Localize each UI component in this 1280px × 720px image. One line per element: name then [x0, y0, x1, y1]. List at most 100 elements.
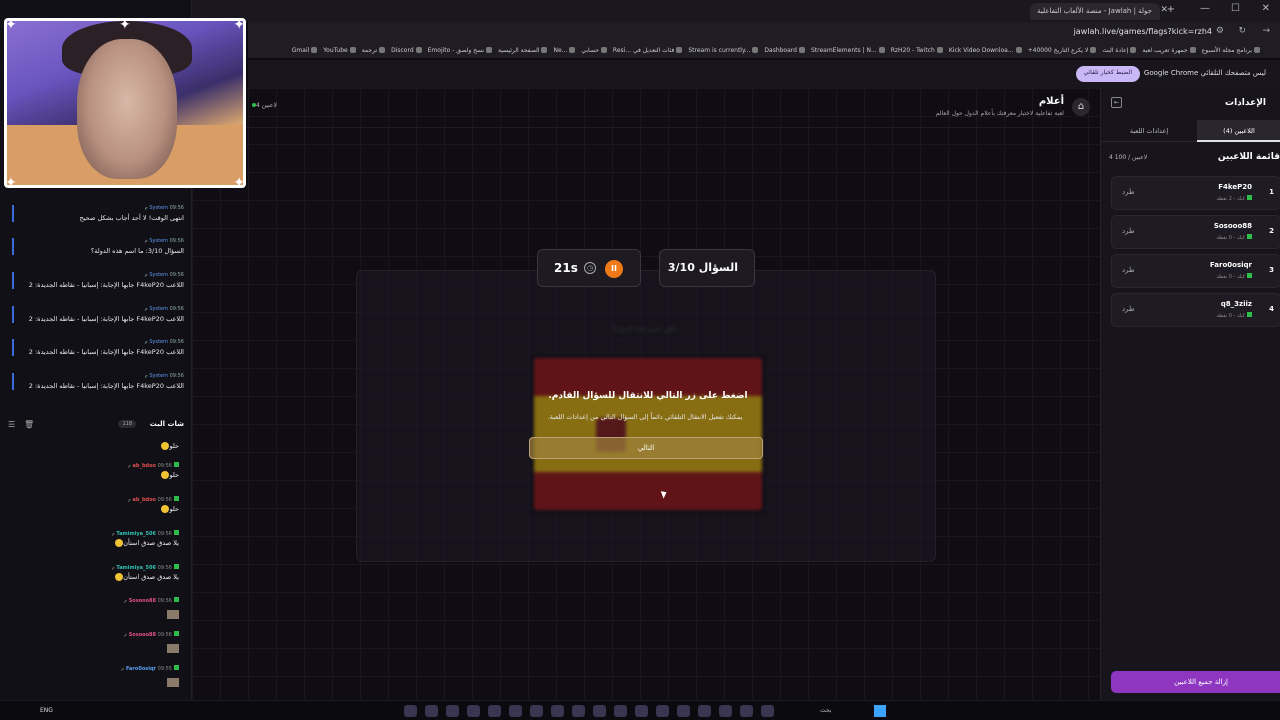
menu-icon[interactable]: ☰ — [8, 420, 15, 429]
browser-tab[interactable]: جولة | Jawlah - منصة الألعاب التفاعلية — [1030, 3, 1160, 20]
chat-username[interactable]: Tamimiya_506 — [116, 565, 156, 571]
bookmark-item[interactable]: Dashboard — [764, 47, 805, 54]
bookmark-item[interactable]: ترجمة — [362, 47, 386, 54]
app-icon[interactable] — [488, 705, 501, 717]
collapse-panel-icon[interactable]: ⇤ — [1111, 97, 1122, 108]
next-overlay — [530, 355, 766, 515]
chat-username[interactable]: Tamimiya_506 — [116, 531, 156, 537]
game-subtitle: لعبة تفاعلية لاختبار معرفتك بأعلام الدول… — [935, 110, 1064, 117]
app-icon[interactable] — [446, 705, 459, 717]
bookmark-item[interactable]: Discord — [391, 47, 422, 54]
bookmark-favicon-icon — [1130, 47, 1137, 53]
chat-image-thumbnail — [167, 610, 179, 619]
player-rank: 2 — [1269, 227, 1274, 235]
app-icon[interactable] — [635, 705, 648, 717]
bookmark-item[interactable]: Gmail — [292, 47, 318, 54]
chat-message: حلو — [9, 440, 179, 450]
bookmark-item[interactable]: StreamElements | N... — [811, 47, 885, 54]
bookmark-item[interactable]: جمهرة تعريب لعبة — [1142, 47, 1196, 54]
message-text: اللاعب F4keP20 جابها الإجابة: إسبانيا - … — [28, 315, 184, 323]
tab-game-settings[interactable]: إعدادات اللعبة — [1107, 120, 1191, 142]
kick-player-button[interactable]: طرد — [1122, 305, 1135, 313]
close-window-icon[interactable]: ✕ — [1262, 3, 1270, 14]
maximize-icon[interactable]: ☐ — [1231, 3, 1240, 14]
bookmark-item[interactable]: Kick Video Downloa... — [949, 47, 1022, 54]
live-chat-header: شات البث 118 ☰ 🗑 — [0, 418, 192, 432]
app-icon[interactable] — [425, 705, 438, 717]
app-icon[interactable] — [719, 705, 732, 717]
app-icon[interactable] — [593, 705, 606, 717]
bookmark-label: RzH20 - Twitch — [890, 46, 935, 54]
pause-button[interactable]: II — [605, 260, 623, 278]
bookmark-item[interactable]: +40000 لا يكرع التاريخ — [1028, 47, 1097, 54]
kick-player-button[interactable]: طرد — [1122, 188, 1135, 196]
bookmark-item[interactable]: الصفحة الرئيسية — [498, 47, 548, 54]
timer-pill: 21s ◷ II — [537, 249, 641, 287]
chat-image-thumbnail — [167, 678, 179, 687]
app-icon[interactable] — [677, 705, 690, 717]
bookmark-item[interactable]: RzH20 - Twitch — [891, 47, 943, 54]
sparkle-icon: ✦ — [119, 18, 131, 33]
game-title: أعلام — [1038, 96, 1064, 107]
next-button[interactable]: التالي — [529, 437, 763, 459]
bookmark-item[interactable]: YouTube — [323, 47, 356, 54]
bookmark-item[interactable]: Resi... فئات التعديل في — [613, 47, 683, 54]
trash-icon[interactable]: 🗑 — [24, 420, 34, 429]
player-row: 1 F4keP20 كيك - 2 نقطة طرد — [1111, 176, 1280, 210]
app-icon[interactable] — [572, 705, 585, 717]
bookmark-item[interactable]: Stream is currently... — [688, 47, 759, 54]
app-icon[interactable] — [404, 705, 417, 717]
windows-start-icon[interactable] — [874, 705, 886, 717]
bookmarks-bar: برنامج مجلة الأسبوع جمهرة تعريب لعبة إعادة… — [248, 42, 1280, 58]
bookmark-label: Kick Video Downloa... — [948, 46, 1014, 54]
bookmark-item[interactable]: Ne... — [553, 47, 576, 54]
home-icon[interactable]: ⌂ — [1072, 98, 1090, 116]
minimize-icon[interactable]: — — [1200, 3, 1210, 14]
chat-message: Tamimiya_506 09:56 م يلا صدق صدق استأن — [9, 564, 179, 581]
kick-player-button[interactable]: طرد — [1122, 266, 1135, 274]
message-text: اللاعب F4keP20 جابها الإجابة: إسبانيا - … — [28, 281, 184, 289]
chat-username[interactable]: ab_bdoo — [133, 463, 156, 469]
app-icon[interactable] — [614, 705, 627, 717]
player-points: كيك - 0 نقطة — [1216, 234, 1252, 241]
bookmark-item[interactable]: إعادة البث — [1102, 47, 1137, 54]
remove-all-players-button[interactable]: إزالة جميع اللاعبين — [1111, 671, 1280, 693]
app-icon[interactable] — [761, 705, 774, 717]
chat-username[interactable]: Sosooo88 — [129, 598, 156, 604]
tab-players[interactable]: اللاعبين (4) — [1197, 120, 1280, 142]
bookmark-item[interactable]: حسابي — [581, 47, 607, 54]
chat-text: حلو — [169, 442, 179, 450]
bookmark-favicon-icon — [752, 47, 759, 53]
url-text[interactable]: jawlah.live/games/flags?kick=rzh4 — [1074, 27, 1212, 36]
chat-username[interactable]: Faro0osiqr — [126, 666, 156, 672]
chat-message: Sosooo88 09:56 م — [9, 631, 179, 657]
bookmark-item[interactable]: Emojito - نسخ ولصق — [428, 47, 493, 54]
app-icon[interactable] — [509, 705, 522, 717]
app-icon[interactable] — [656, 705, 669, 717]
reload-icon[interactable]: ↻ — [1238, 26, 1246, 36]
clock-icon: ◷ — [584, 262, 596, 274]
app-icon[interactable] — [530, 705, 543, 717]
app-icon[interactable] — [467, 705, 480, 717]
chat-username[interactable]: ab_bdoo — [133, 497, 156, 503]
app-icon[interactable] — [698, 705, 711, 717]
bookmark-item[interactable]: برنامج مجلة الأسبوع — [1202, 47, 1260, 54]
new-tab-icon[interactable]: + — [1167, 4, 1175, 15]
emoji-icon — [115, 539, 124, 547]
set-default-button[interactable]: الضبط كخيار تلقائي — [1075, 66, 1140, 82]
kick-player-button[interactable]: طرد — [1122, 227, 1135, 235]
address-bar[interactable]: → ↻ ⚙ jawlah.live/games/flags?kick=rzh4 — [248, 22, 1280, 42]
app-icon[interactable] — [551, 705, 564, 717]
language-indicator[interactable]: ENG — [40, 707, 53, 714]
chat-message: Faro0osiqr 09:55 م — [9, 665, 179, 691]
site-info-icon[interactable]: ⚙ — [1216, 26, 1224, 36]
taskbar-search[interactable]: بحث — [820, 707, 831, 714]
bookmark-favicon-icon — [415, 47, 422, 53]
system-message: System 09:56 م السؤال 3/10: ما اسم هذه ال… — [12, 238, 184, 255]
players-online: 4 لاعبين — [250, 102, 277, 109]
chat-username[interactable]: Sosooo88 — [129, 632, 156, 638]
back-icon[interactable]: → — [1262, 26, 1270, 36]
emoji-icon — [115, 573, 124, 581]
taskbar-apps — [404, 705, 774, 717]
app-icon[interactable] — [740, 705, 753, 717]
